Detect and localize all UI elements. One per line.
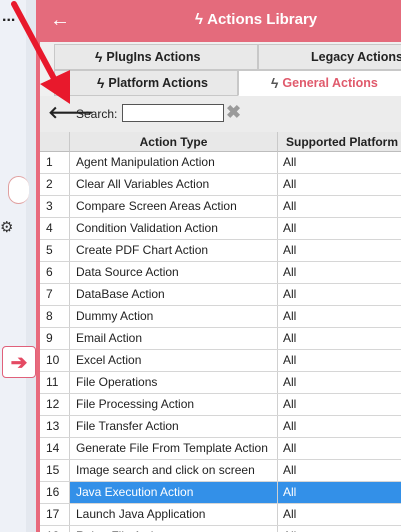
row-number: 17	[40, 504, 70, 525]
arrow-right-icon: ➔	[10, 351, 28, 374]
lightning-globe-icon: ϟ	[271, 75, 279, 91]
action-type-cell[interactable]: Clear All Variables Action	[70, 174, 278, 195]
table-row[interactable]: 18Robot File ActionAll	[40, 526, 401, 532]
supported-platform-cell[interactable]: All	[278, 174, 401, 195]
action-type-cell[interactable]: Java Execution Action	[70, 482, 278, 503]
supported-platform-cell[interactable]: All	[278, 350, 401, 371]
action-type-cell[interactable]: Data Source Action	[70, 262, 278, 283]
panel-title: ϟ Actions Library	[195, 11, 318, 28]
row-number: 7	[40, 284, 70, 305]
row-number: 2	[40, 174, 70, 195]
action-type-cell[interactable]: Email Action	[70, 328, 278, 349]
supported-platform-cell[interactable]: All	[278, 394, 401, 415]
row-number: 10	[40, 350, 70, 371]
table-row[interactable]: 5 Create PDF Chart Action All	[40, 240, 401, 262]
table-row[interactable]: 7 DataBase Action All	[40, 284, 401, 306]
tab-plugins-actions[interactable]: ϟ PlugIns Actions	[54, 44, 258, 70]
table-row[interactable]: 6 Data Source Action All	[40, 262, 401, 284]
supported-platform-cell[interactable]: All	[278, 372, 401, 393]
actions-table: Action Type Supported Platform 1 Agent Ma…	[40, 132, 401, 532]
column-header-action-type[interactable]: Action Type	[70, 132, 278, 152]
lightning-plug-icon: ϟ	[95, 49, 103, 65]
supported-platform-cell[interactable]: All	[278, 416, 401, 437]
search-input[interactable]	[122, 104, 224, 122]
action-type-cell[interactable]: Robot File Action	[70, 526, 278, 532]
table-row[interactable]: 16 Java Execution Action All	[40, 482, 401, 504]
actions-library-panel: ← ϟ Actions Library ϟ PlugIns Actions Le…	[36, 0, 401, 532]
action-type-cell[interactable]: File Processing Action	[70, 394, 278, 415]
action-type-cell[interactable]: DataBase Action	[70, 284, 278, 305]
lightning-icon: ϟ	[195, 11, 203, 28]
clear-search-icon[interactable]: ✖	[226, 102, 241, 123]
table-row[interactable]: 3 Compare Screen Areas Action All	[40, 196, 401, 218]
search-label: Search:	[76, 107, 118, 121]
host-left-strip	[0, 0, 27, 532]
supported-platform-cell[interactable]: All	[278, 438, 401, 459]
supported-platform-cell[interactable]: All	[278, 482, 401, 503]
title-bar: ← ϟ Actions Library	[40, 0, 401, 42]
action-type-cell[interactable]: Image search and click on screen	[70, 460, 278, 481]
action-type-cell[interactable]: Compare Screen Areas Action	[70, 196, 278, 217]
table-row[interactable]: 17 Launch Java Application All	[40, 504, 401, 526]
action-type-cell[interactable]: Generate File From Template Action	[70, 438, 278, 459]
column-header-supported-platform[interactable]: Supported Platform	[278, 132, 401, 152]
supported-platform-cell[interactable]: All	[278, 460, 401, 481]
tab-platform-actions[interactable]: ϟ Platform Actions	[54, 70, 238, 96]
row-number: 9	[40, 328, 70, 349]
host-round-button[interactable]	[8, 176, 29, 204]
row-number: 13	[40, 416, 70, 437]
action-type-cell[interactable]: File Operations	[70, 372, 278, 393]
supported-platform-cell[interactable]: All	[278, 504, 401, 525]
back-arrow-icon[interactable]: ←	[50, 9, 70, 32]
action-type-cell[interactable]: Launch Java Application	[70, 504, 278, 525]
table-row[interactable]: 8 Dummy Action All	[40, 306, 401, 328]
row-number: 4	[40, 218, 70, 239]
table-row[interactable]: 14 Generate File From Template Action All	[40, 438, 401, 460]
table-row[interactable]: 15 Image search and click on screen All	[40, 460, 401, 482]
lightning-gear-icon: ϟ	[97, 75, 105, 91]
table-row[interactable]: 1 Agent Manipulation Action All	[40, 152, 401, 174]
table-row[interactable]: 9 Email Action All	[40, 328, 401, 350]
table-row[interactable]: 2 Clear All Variables Action All	[40, 174, 401, 196]
search-bar: 🡐 Search: ✖	[40, 96, 401, 133]
row-number: 16	[40, 482, 70, 503]
table-row[interactable]: 4 Condition Validation Action All	[40, 218, 401, 240]
table-row[interactable]: 11 File Operations All	[40, 372, 401, 394]
supported-platform-cell[interactable]: All	[278, 218, 401, 239]
more-options-icon[interactable]: ...	[2, 9, 15, 25]
lifebuoy-icon[interactable]: ⚙	[0, 218, 13, 236]
tab-legacy-actions[interactable]: Legacy Actions	[258, 44, 401, 70]
table-row[interactable]: 10 Excel Action All	[40, 350, 401, 372]
row-number: 14	[40, 438, 70, 459]
supported-platform-cell[interactable]: All	[278, 196, 401, 217]
action-type-cell[interactable]: Condition Validation Action	[70, 218, 278, 239]
action-type-cell[interactable]: Agent Manipulation Action	[70, 152, 278, 173]
row-number: 12	[40, 394, 70, 415]
tab-strip: ϟ PlugIns Actions Legacy Actions ϟ Platf…	[40, 42, 401, 97]
supported-platform-cell[interactable]: All	[278, 152, 401, 173]
supported-platform-cell[interactable]: All	[278, 284, 401, 305]
row-number: 18	[40, 526, 70, 532]
supported-platform-cell[interactable]: All	[278, 526, 401, 532]
row-number: 11	[40, 372, 70, 393]
action-type-cell[interactable]: Create PDF Chart Action	[70, 240, 278, 261]
row-number: 3	[40, 196, 70, 217]
table-row[interactable]: 12 File Processing Action All	[40, 394, 401, 416]
supported-platform-cell[interactable]: All	[278, 306, 401, 327]
row-number: 8	[40, 306, 70, 327]
row-number: 1	[40, 152, 70, 173]
row-number: 15	[40, 460, 70, 481]
row-number: 5	[40, 240, 70, 261]
tab-general-actions[interactable]: ϟ General Actions	[238, 70, 401, 96]
action-type-cell[interactable]: Excel Action	[70, 350, 278, 371]
row-header-corner[interactable]	[40, 132, 70, 152]
row-number: 6	[40, 262, 70, 283]
supported-platform-cell[interactable]: All	[278, 328, 401, 349]
action-type-cell[interactable]: File Transfer Action	[70, 416, 278, 437]
action-type-cell[interactable]: Dummy Action	[70, 306, 278, 327]
expand-panel-button[interactable]: ➔	[2, 346, 36, 378]
supported-platform-cell[interactable]: All	[278, 262, 401, 283]
table-row[interactable]: 13 File Transfer Action All	[40, 416, 401, 438]
supported-platform-cell[interactable]: All	[278, 240, 401, 261]
